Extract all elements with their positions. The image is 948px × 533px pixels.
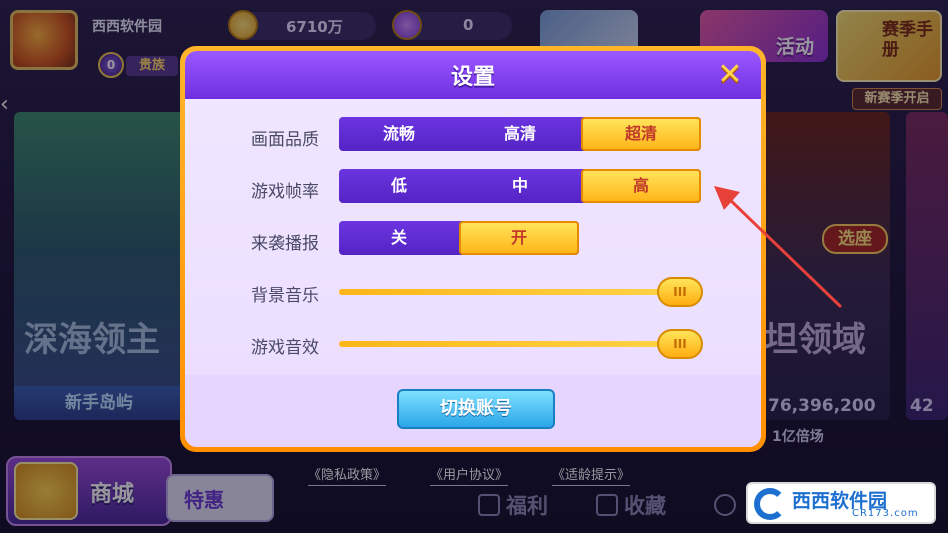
close-icon[interactable]: ✕ — [715, 60, 745, 91]
quality-option-ultra[interactable]: 超清 — [581, 117, 701, 151]
framerate-option-high[interactable]: 高 — [581, 169, 701, 203]
raid-alert-off[interactable]: 关 — [339, 221, 459, 255]
bgm-slider-track[interactable] — [339, 289, 699, 295]
raid-alert-toggle: 关 开 — [339, 221, 579, 255]
raid-alert-on[interactable]: 开 — [459, 221, 579, 255]
switch-account-button[interactable]: 切换账号 — [397, 389, 555, 429]
quality-option-smooth[interactable]: 流畅 — [339, 117, 459, 151]
logo-c-icon — [754, 488, 786, 520]
watermark-logo: 西西软件园 CR173.com — [746, 482, 936, 524]
framerate-option-low[interactable]: 低 — [339, 169, 459, 203]
raid-alert-label: 来袭播报 — [251, 234, 319, 254]
bgm-slider-handle[interactable]: III — [657, 277, 703, 307]
quality-selector: 流畅 高清 超清 — [339, 117, 701, 151]
quality-label: 画面品质 — [251, 130, 319, 150]
sfx-label: 游戏音效 — [251, 338, 319, 358]
sfx-slider-handle[interactable]: III — [657, 329, 703, 359]
annotation-arrow-icon — [714, 186, 842, 308]
sfx-slider-track[interactable] — [339, 341, 699, 347]
dialog-title: 设置 — [450, 65, 495, 90]
settings-panel: 设置 ✕ 画面品质 流畅 高清 超清 游戏帧率 低 中 高 来袭播报 关 开 背… — [185, 51, 761, 447]
framerate-label: 游戏帧率 — [251, 182, 319, 202]
framerate-selector: 低 中 高 — [339, 169, 701, 203]
bgm-label: 背景音乐 — [251, 286, 319, 306]
framerate-option-medium[interactable]: 中 — [459, 169, 581, 203]
settings-dialog: 设置 ✕ 画面品质 流畅 高清 超清 游戏帧率 低 中 高 来袭播报 关 开 背… — [180, 46, 766, 452]
watermark-sub: CR173.com — [852, 508, 919, 519]
quality-option-hd[interactable]: 高清 — [459, 117, 581, 151]
